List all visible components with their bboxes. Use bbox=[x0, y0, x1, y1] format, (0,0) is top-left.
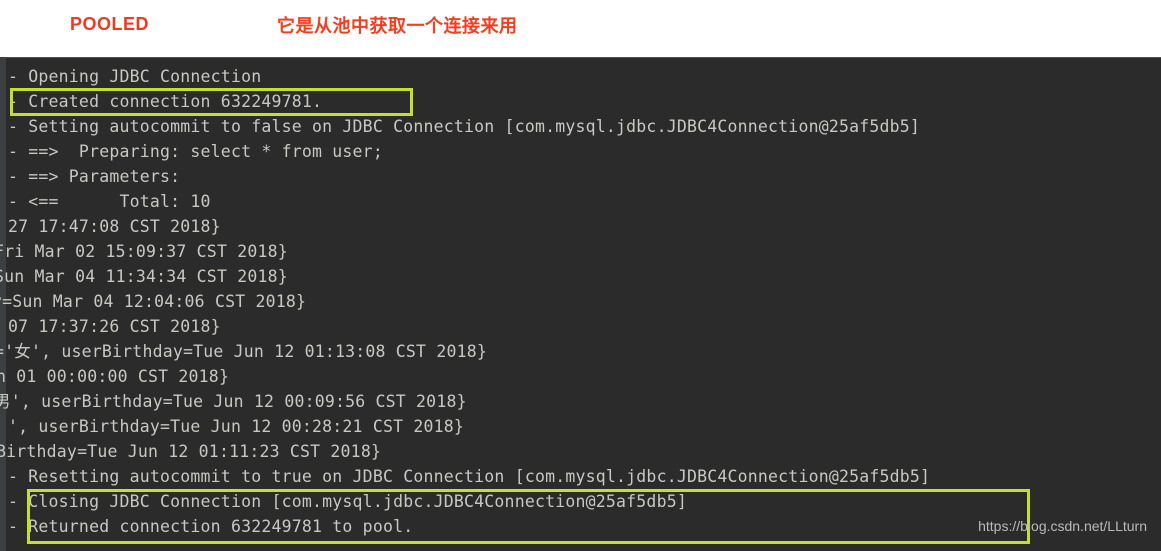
screenshot-root: POOLED 它是从池中获取一个连接来用 - Opening JDBC Conn… bbox=[0, 0, 1161, 551]
console-log-line: - ==> Parameters: bbox=[8, 167, 181, 186]
console-log-line: - Opening JDBC Connection bbox=[8, 67, 262, 86]
console-log-line: - Returned connection 632249781 to pool. bbox=[8, 517, 414, 536]
console-top-border bbox=[0, 57, 1161, 58]
console-log-line: - ==> Preparing: select * from user; bbox=[8, 142, 383, 161]
annotation-chinese-note: 它是从池中获取一个连接来用 bbox=[277, 16, 518, 37]
annotation-header: POOLED 它是从池中获取一个连接来用 bbox=[0, 0, 1161, 57]
console-log-line: - Setting autocommit to false on JDBC Co… bbox=[8, 117, 921, 136]
console-log-line: n 01 00:00:00 CST 2018} bbox=[0, 367, 230, 386]
console-log-line: y=Sun Mar 04 12:04:06 CST 2018} bbox=[0, 292, 307, 311]
console-log-line: - <== Total: 10 bbox=[8, 192, 211, 211]
console-log-line: 27 17:47:08 CST 2018} bbox=[8, 217, 221, 236]
console-log-line: Sun Mar 04 11:34:34 CST 2018} bbox=[0, 267, 288, 286]
console-log-line: Birthday=Tue Jun 12 01:11:23 CST 2018} bbox=[0, 442, 382, 461]
console-log-line: Fri Mar 02 15:09:37 CST 2018} bbox=[0, 242, 288, 261]
console-log-line: - Resetting autocommit to true on JDBC C… bbox=[8, 467, 931, 486]
console-log-line: ='女', userBirthday=Tue Jun 12 01:13:08 C… bbox=[0, 342, 487, 361]
console-log-line: 07 17:37:26 CST 2018} bbox=[8, 317, 221, 336]
console-log-line: 男', userBirthday=Tue Jun 12 00:09:56 CST… bbox=[0, 392, 467, 411]
console-output-panel[interactable]: - Opening JDBC Connection - Created conne… bbox=[0, 57, 1161, 551]
watermark-url: https://blog.csdn.net/LLturn bbox=[978, 518, 1147, 534]
console-log-line: ', userBirthday=Tue Jun 12 00:28:21 CST … bbox=[8, 417, 465, 436]
console-log-line: - Closing JDBC Connection [com.mysql.jdb… bbox=[8, 492, 687, 511]
annotation-pooled-label: POOLED bbox=[70, 14, 150, 34]
console-log-line: - Created connection 632249781. bbox=[8, 92, 323, 111]
